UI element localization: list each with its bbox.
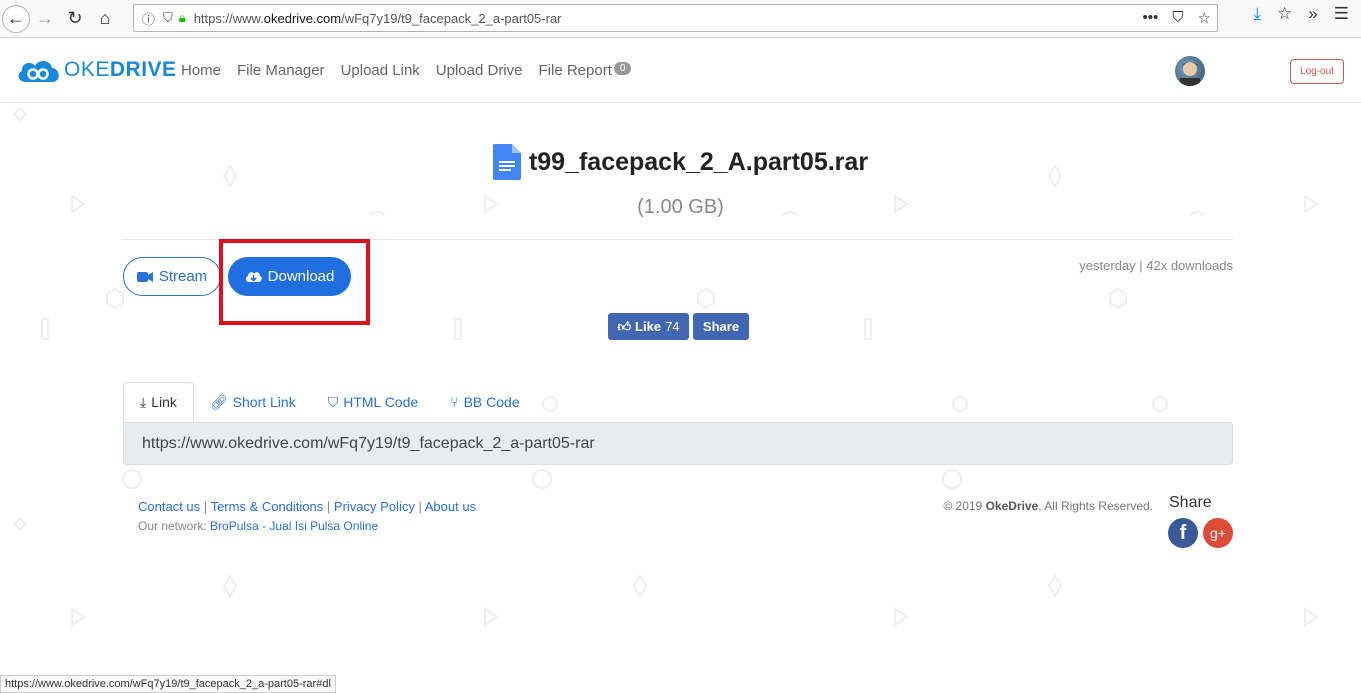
like-count: 74 (665, 319, 680, 334)
facebook-share-button[interactable]: Share (693, 313, 749, 340)
google-plus-icon[interactable]: g+ (1203, 518, 1233, 548)
file-title-row: t99_facepack_2_A.part05.rar (0, 144, 1361, 185)
stream-button[interactable]: Stream (123, 257, 221, 296)
html5-icon: ⛉ (327, 393, 339, 410)
tab-short-link-label: Short Link (232, 394, 296, 410)
stream-label: Stream (158, 268, 208, 285)
back-button[interactable]: ← (2, 4, 30, 33)
library-icon[interactable]: ☆ (1277, 4, 1292, 24)
file-report-badge: 0 (613, 62, 632, 75)
reload-button[interactable]: ↻ (60, 4, 90, 34)
address-bar[interactable]: ⓘ ⛉ 🔒︎ https://www.okedrive.com/wFq7y19/… (133, 4, 1218, 32)
footer-contact-link[interactable]: Contact us (138, 499, 200, 514)
page-actions-icon[interactable]: ••• (1143, 9, 1159, 27)
thumbs-up-icon: 👍︎ (617, 318, 632, 334)
share-label: Share (1169, 494, 1212, 511)
logo-text: OKEDRIVE (64, 58, 177, 81)
file-meta: yesterday | 42x downloads (1079, 258, 1233, 273)
link-output-field[interactable]: https://www.okedrive.com/wFq7y19/t9_face… (123, 422, 1233, 465)
main-nav: Home File Manager Upload Link Upload Dri… (181, 62, 632, 79)
downloads-icon[interactable]: ⤓ (1254, 4, 1262, 24)
download-tray-icon: ⤓ (140, 393, 147, 410)
file-name: t99_facepack_2_A.part05.rar (528, 147, 869, 176)
nav-file-report[interactable]: File Report 0 (539, 62, 632, 79)
tab-html-code[interactable]: ⛉ HTML Code (312, 382, 434, 422)
tab-bb-code-label: BB Code (463, 394, 520, 410)
bookmark-star-icon[interactable]: ☆ (1198, 9, 1211, 27)
video-camera-icon (136, 271, 153, 282)
facebook-like-button[interactable]: 👍︎ Like 74 (608, 313, 689, 340)
logout-button[interactable]: Log-out (1290, 59, 1344, 84)
footer-terms-link[interactable]: Terms & Conditions (211, 499, 324, 514)
tab-bb-code[interactable]: ⑂ BB Code (434, 382, 535, 422)
copyright: © 2019 OkeDrive, All Rights Reserved. (943, 499, 1153, 513)
tab-html-code-label: HTML Code (343, 394, 419, 410)
tab-short-link[interactable]: 🔗︎ Short Link (194, 382, 312, 422)
document-icon (492, 144, 521, 180)
lock-icon[interactable]: 🔒︎ (179, 10, 186, 26)
home-button[interactable]: ⌂ (90, 4, 120, 34)
code-fork-icon: ⑂ (450, 394, 459, 410)
cloud-logo-icon (18, 60, 59, 82)
forward-button[interactable]: → (30, 4, 60, 34)
avatar[interactable] (1175, 56, 1205, 86)
network-link[interactable]: BroPulsa - Jual Isi Pulsa Online (210, 519, 378, 533)
tracking-shield-icon[interactable]: ⛉ (163, 10, 173, 26)
info-icon[interactable]: ⓘ (142, 9, 155, 28)
url-text[interactable]: https://www.okedrive.com/wFq7y19/t9_face… (194, 11, 562, 26)
menu-icon[interactable]: ☰ (1334, 4, 1349, 24)
footer-about-link[interactable]: About us (425, 499, 476, 514)
nav-upload-drive[interactable]: Upload Drive (436, 62, 523, 79)
facebook-icon[interactable]: f (1168, 518, 1198, 548)
footer-privacy-link[interactable]: Privacy Policy (334, 499, 415, 514)
footer-links: Contact us | Terms & Conditions | Privac… (138, 499, 477, 514)
nav-upload-link[interactable]: Upload Link (341, 62, 420, 79)
download-highlight-box (219, 239, 370, 325)
browser-toolbar: ← → ↻ ⌂ ⓘ ⛉ 🔒︎ https://www.okedrive.com/… (0, 0, 1361, 38)
link-tabs: ⤓ Link 🔗︎ Short Link ⛉ HTML Code ⑂ BB Co… (123, 382, 1233, 422)
status-bar: https://www.okedrive.com/wFq7y19/t9_face… (0, 675, 336, 693)
overflow-chevron-icon[interactable]: » (1308, 4, 1317, 24)
tab-link[interactable]: ⤓ Link (123, 382, 194, 422)
chain-link-icon: 🔗︎ (209, 393, 228, 410)
footer-network: Our network: BroPulsa - Jual Isi Pulsa O… (138, 519, 378, 533)
file-size: (1.00 GB) (637, 196, 724, 218)
pocket-icon[interactable]: ⛉ (1172, 9, 1183, 27)
tab-link-label: Link (151, 394, 177, 410)
like-label: Like (635, 319, 662, 334)
nav-home[interactable]: Home (181, 62, 221, 79)
nav-file-manager[interactable]: File Manager (237, 62, 325, 79)
file-title: t99_facepack_2_A.part05.rar (492, 144, 869, 180)
network-label: Our network: (138, 519, 207, 533)
okedrive-logo[interactable]: OKEDRIVE (14, 56, 177, 84)
site-header: OKEDRIVE Home File Manager Upload Link U… (0, 38, 1361, 103)
